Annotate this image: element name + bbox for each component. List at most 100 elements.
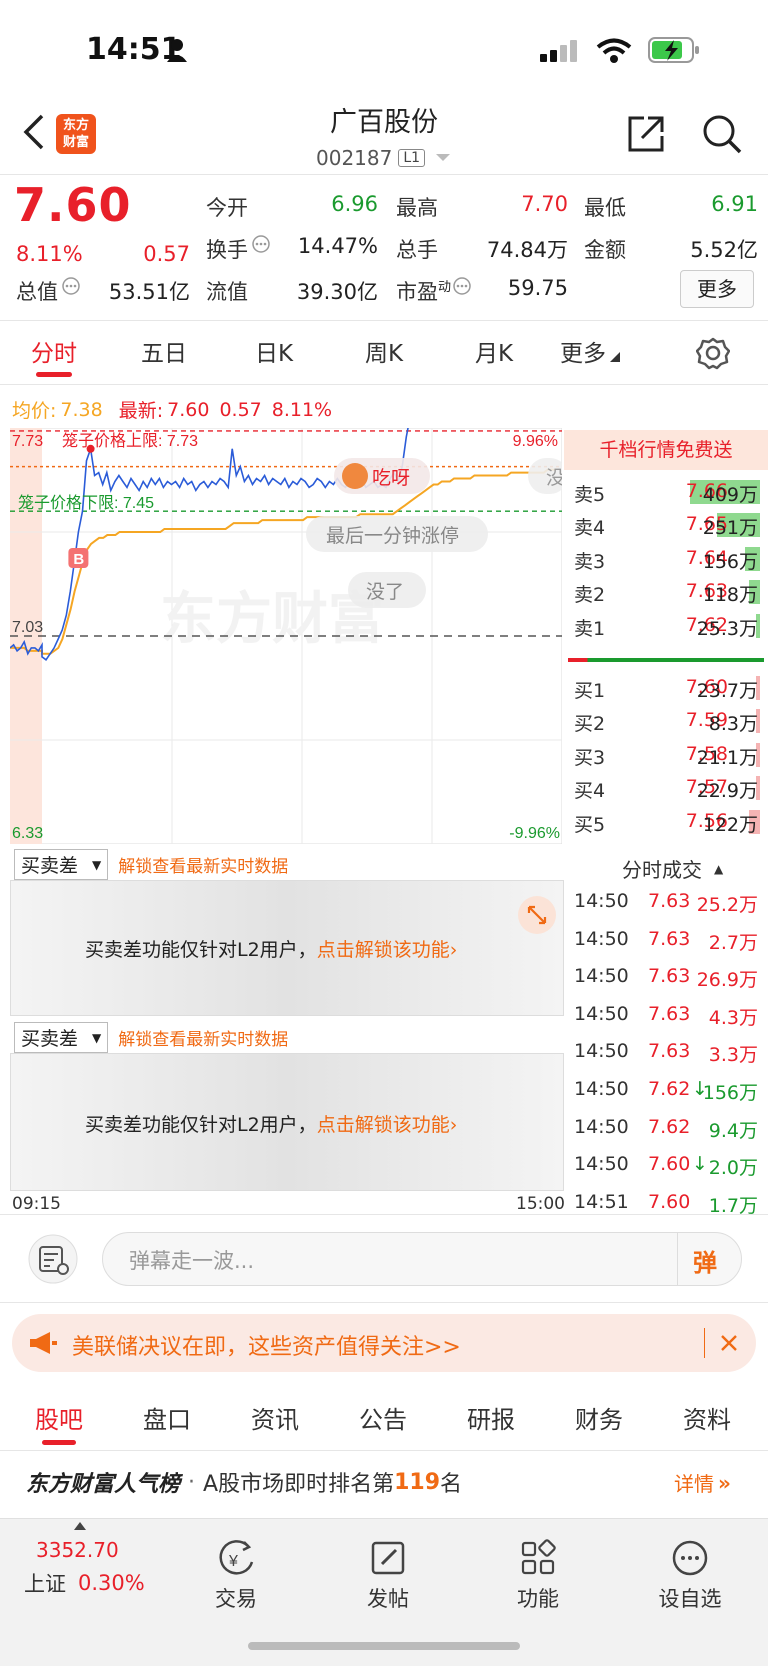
index-value[interactable]: 3352.70 bbox=[36, 1538, 119, 1562]
unlock-hint-1[interactable]: 解锁查看最新实时数据 bbox=[118, 852, 288, 877]
mktcap-label: 总值 bbox=[16, 280, 58, 304]
bid-volume: 22.9万 bbox=[696, 780, 758, 803]
megaphone-icon bbox=[30, 1332, 57, 1354]
bid-volume: 8.3万 bbox=[708, 713, 758, 736]
danmu-bubble-2[interactable]: 最后一分钟涨停 bbox=[306, 516, 488, 552]
intraday-chart[interactable]: 东方财富 B 7.73 7.03 6.33 9.96% -9.96% 笼子价格上… bbox=[10, 428, 562, 844]
trade-volume: 9.4万 bbox=[708, 1119, 758, 1142]
tab-profile[interactable]: 资料 bbox=[662, 1400, 752, 1435]
trade-icon: ¥ bbox=[219, 1540, 254, 1575]
volume-label: 总手 bbox=[396, 238, 438, 262]
danmu-send-button[interactable]: 弹 bbox=[693, 1243, 717, 1278]
level-badge: L1 bbox=[398, 149, 426, 167]
ask-level-row[interactable]: 卖1 7.62 25.3万 bbox=[572, 608, 762, 642]
info-dots-icon[interactable] bbox=[61, 276, 81, 296]
index-row[interactable]: 上证 0.30% bbox=[24, 1568, 145, 1598]
unlock-link-1[interactable]: 点击解锁该功能› bbox=[317, 939, 458, 961]
nav-post[interactable]: 发帖 bbox=[348, 1538, 428, 1613]
unlock-hint-2[interactable]: 解锁查看最新实时数据 bbox=[118, 1025, 288, 1050]
tabs-divider bbox=[0, 384, 768, 385]
close-icon[interactable] bbox=[720, 1334, 738, 1352]
trade-row: 14:50 7.63 4.3万 bbox=[572, 999, 762, 1035]
danmu-bubble-1-text: 吃呀 bbox=[372, 467, 410, 489]
more-button[interactable]: 更多 bbox=[680, 270, 754, 308]
tab-daily-k[interactable]: 日K bbox=[224, 334, 324, 368]
time-start-label: 09:15 bbox=[12, 1194, 61, 1214]
expand-icon[interactable] bbox=[517, 895, 557, 935]
settings-gear-icon[interactable] bbox=[696, 336, 730, 370]
current-price: 7.60 bbox=[14, 178, 132, 232]
danmu-input[interactable]: 弹幕走一波... 弹 bbox=[102, 1232, 742, 1286]
sub-panel-2-header: 买卖差 ▼ 解锁查看最新实时数据 bbox=[14, 1022, 288, 1053]
stock-code-row[interactable]: 002187 L1 bbox=[316, 146, 451, 170]
indicator-select-2[interactable]: 买卖差 ▼ bbox=[14, 1022, 109, 1053]
tab-finance[interactable]: 财务 bbox=[554, 1400, 644, 1435]
indicator-select-1[interactable]: 买卖差 ▼ bbox=[14, 849, 109, 880]
info-dots-icon[interactable] bbox=[251, 234, 271, 254]
locked-message-1: 买卖差功能仅针对L2用户，点击解锁该功能› bbox=[85, 935, 457, 962]
tab-news[interactable]: 资讯 bbox=[230, 1400, 320, 1435]
tab-weekly-k[interactable]: 周K bbox=[334, 334, 434, 368]
banner-divider bbox=[704, 1328, 705, 1358]
y-mid-label: 7.03 bbox=[12, 619, 43, 636]
ask-volume: 25.3万 bbox=[696, 617, 758, 640]
tab-more[interactable]: 更多 bbox=[560, 334, 650, 368]
bid-level-row[interactable]: 买3 7.58 21.1万 bbox=[572, 737, 762, 771]
double-chevron-icon: » bbox=[718, 1470, 731, 1495]
banner-text: 美联储决议在即，这些资产值得关注>> bbox=[72, 1335, 461, 1360]
news-banner[interactable]: 美联储决议在即，这些资产值得关注>> bbox=[12, 1314, 756, 1372]
trade-price: 7.63 bbox=[648, 1040, 691, 1063]
mktcap-label-row: 总值 bbox=[16, 276, 81, 306]
tab-pankou[interactable]: 盘口 bbox=[122, 1400, 212, 1435]
nav-functions[interactable]: 功能 bbox=[498, 1538, 578, 1613]
ask-label: 卖2 bbox=[574, 584, 606, 607]
danmu-placeholder: 弹幕走一波... bbox=[129, 1249, 255, 1273]
locked-panel-1: 买卖差功能仅针对L2用户，点击解锁该功能› bbox=[10, 880, 564, 1016]
ask-level-row[interactable]: 卖5 7.66 409万 bbox=[572, 474, 762, 508]
unlock-link-2[interactable]: 点击解锁该功能› bbox=[317, 1114, 458, 1136]
ranking-detail-link[interactable]: 详情 » bbox=[674, 1468, 731, 1497]
bid-level-row[interactable]: 买1 7.60 23.7万 bbox=[572, 670, 762, 704]
danmu-settings-icon[interactable] bbox=[28, 1234, 78, 1284]
ask-level-row[interactable]: 卖2 7.63 118万 bbox=[572, 574, 762, 608]
latest-change: 0.57 bbox=[219, 398, 262, 421]
nav-add-watchlist[interactable]: 设自选 bbox=[650, 1538, 730, 1613]
indicator-select-1-label: 买卖差 bbox=[21, 855, 79, 877]
danmu-bubble-3[interactable]: 没了 bbox=[348, 572, 426, 608]
order-book-promo[interactable]: 千档行情免费送 bbox=[564, 430, 768, 470]
popularity-ranking[interactable]: 东方财富人气榜 · A股市场即时排名第 119 名 bbox=[26, 1466, 462, 1498]
nav-trade[interactable]: ¥ 交易 bbox=[196, 1538, 276, 1613]
low-value: 6.91 bbox=[711, 192, 758, 216]
trade-row: 14:50 7.63 25.2万 bbox=[572, 886, 762, 922]
sub-panel-1-header: 买卖差 ▼ 解锁查看最新实时数据 bbox=[14, 849, 288, 880]
tab-five-day[interactable]: 五日 bbox=[114, 334, 214, 368]
trade-time: 14:50 bbox=[574, 1153, 629, 1176]
open-label: 今开 bbox=[206, 196, 248, 220]
ask-level-row[interactable]: 卖4 7.65 251万 bbox=[572, 507, 762, 541]
high-value: 7.70 bbox=[521, 192, 568, 216]
search-icon[interactable] bbox=[702, 114, 742, 154]
bottom-tabs-divider bbox=[0, 1450, 768, 1451]
bid-level-row[interactable]: 买2 7.59 8.3万 bbox=[572, 703, 762, 737]
trade-time: 14:50 bbox=[574, 965, 629, 988]
nav-trade-label: 交易 bbox=[215, 1587, 257, 1611]
ask-volume: 118万 bbox=[702, 584, 758, 607]
tab-monthly-k[interactable]: 月K bbox=[444, 334, 544, 368]
info-dots-icon[interactable] bbox=[452, 276, 472, 296]
bottom-tab-underline bbox=[42, 1440, 76, 1445]
bid-label: 买3 bbox=[574, 746, 606, 769]
ask-level-row[interactable]: 卖3 7.64 156万 bbox=[572, 541, 762, 575]
tab-announcements[interactable]: 公告 bbox=[338, 1400, 428, 1435]
trade-volume: 2.0万 bbox=[708, 1157, 758, 1180]
trades-header[interactable]: 分时成交 ▲ bbox=[622, 854, 723, 883]
bid-volume: 21.1万 bbox=[696, 746, 758, 769]
trade-row: 14:50 7.62 ↓ 156万 bbox=[572, 1074, 762, 1110]
tab-guba[interactable]: 股吧 bbox=[14, 1400, 104, 1435]
tab-intraday[interactable]: 分时 bbox=[4, 334, 104, 368]
select-caret-icon: ▼ bbox=[92, 857, 102, 872]
bid-level-row[interactable]: 买5 7.56 122万 bbox=[572, 804, 762, 838]
danmu-bubble-1[interactable]: 吃呀 bbox=[334, 458, 430, 494]
bid-level-row[interactable]: 买4 7.57 22.9万 bbox=[572, 770, 762, 804]
share-icon[interactable] bbox=[626, 114, 666, 154]
tab-research[interactable]: 研报 bbox=[446, 1400, 536, 1435]
